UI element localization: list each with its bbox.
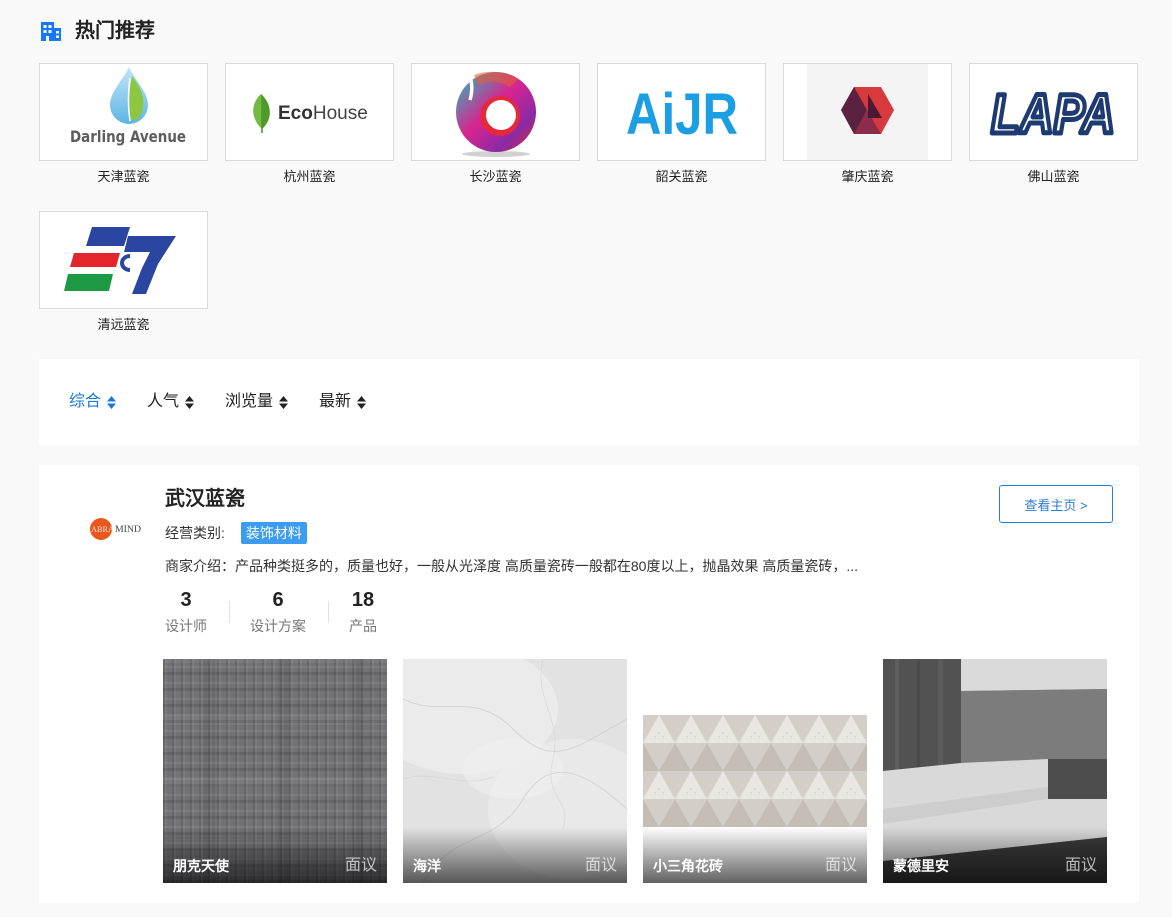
sort-option-popularity[interactable]: 人气	[147, 392, 195, 412]
sort-option-views[interactable]: 浏览量	[225, 392, 289, 412]
brand-card-tianjin[interactable]: Darling Avenue 天津蓝瓷	[39, 63, 208, 185]
sort-icon	[185, 395, 195, 409]
brand-logo[interactable]: EcoHouse	[225, 63, 394, 161]
sort-option-label: 最新	[319, 393, 352, 410]
svg-text:ABRA: ABRA	[91, 525, 114, 534]
abramind-logo: ABRA MIND	[90, 518, 142, 540]
brand-card-shaoguan[interactable]: AiJR 韶关蓝瓷	[597, 63, 766, 185]
sort-option-newest[interactable]: 最新	[319, 392, 367, 412]
product-caption: 蒙德里安 面议	[883, 827, 1107, 883]
sort-icon	[107, 395, 117, 409]
brand-name[interactable]: 清远蓝瓷	[39, 317, 208, 333]
stat-label: 产品	[349, 618, 377, 634]
category-label: 经营类别:	[165, 525, 225, 541]
brand-name[interactable]: 杭州蓝瓷	[225, 169, 394, 185]
stat-divider	[328, 600, 329, 623]
product-card[interactable]: 小三角花砖 面议	[643, 659, 867, 883]
building-icon	[41, 22, 61, 41]
store-category-row: 经营类别: 装饰材料	[165, 522, 307, 544]
product-name: 海洋	[413, 858, 441, 874]
product-caption: 朋克天使 面议	[163, 827, 387, 883]
brand-name[interactable]: 天津蓝瓷	[39, 169, 208, 185]
brand-card-hangzhou[interactable]: EcoHouse 杭州蓝瓷	[225, 63, 394, 185]
aijr-logo: AiJR	[626, 82, 738, 147]
brand-grid: Darling Avenue 天津蓝瓷 EcoHouse 杭州蓝瓷 长沙蓝瓷 A…	[39, 63, 1138, 333]
product-card[interactable]: 蒙德里安 面议	[883, 659, 1107, 883]
stat-designers: 3 设计师	[165, 587, 207, 636]
view-homepage-button[interactable]: 查看主页 >	[999, 485, 1113, 523]
section-title: 热门推荐	[75, 20, 155, 42]
sort-filter-bar: 综合 人气 浏览量 最新	[39, 359, 1139, 445]
logo-wordmark: Darling Avenue	[70, 127, 186, 146]
product-price: 面议	[824, 857, 857, 874]
brand-card-zhaoqing[interactable]: 肇庆蓝瓷	[783, 63, 952, 185]
ecohouse-logo: EcoHouse	[253, 94, 368, 133]
product-caption: 小三角花砖 面议	[643, 827, 867, 883]
store-logo[interactable]: ABRA MIND	[90, 515, 144, 543]
brand-logo[interactable]	[783, 63, 952, 161]
darling-avenue-logo: Darling Avenue	[70, 67, 186, 146]
stat-label: 设计师	[165, 618, 207, 634]
logo-wordmark: LAPA	[991, 82, 1115, 145]
lapa-logo: LAPA	[989, 80, 1118, 148]
swirl-d-logo	[456, 71, 536, 157]
section-header: 热门推荐	[40, 17, 155, 45]
brand-card-changsha[interactable]: 长沙蓝瓷	[411, 63, 580, 185]
brand-name[interactable]: 肇庆蓝瓷	[783, 169, 952, 185]
sort-icon	[357, 395, 367, 409]
brand-logo[interactable]	[39, 211, 208, 309]
stat-value: 3	[180, 589, 192, 611]
stat-design-plans: 6 设计方案	[250, 587, 306, 636]
product-name: 蒙德里安	[893, 858, 949, 874]
logo-wordmark: EcoHouse	[278, 103, 368, 124]
store-name[interactable]: 武汉蓝瓷	[165, 485, 245, 513]
product-caption: 海洋 面议	[403, 827, 627, 883]
sort-option-label: 人气	[147, 393, 180, 410]
product-name: 朋克天使	[173, 858, 229, 874]
sort-option-label: 综合	[69, 393, 102, 410]
product-price: 面议	[344, 857, 377, 874]
product-list: 朋克天使 面议 海洋 面议 小三角花砖 面议 蒙德里安 面议	[163, 659, 1107, 883]
qingyuan-logo	[64, 227, 176, 294]
store-card: ABRA MIND 武汉蓝瓷 经营类别: 装饰材料 商家介绍：产品种类挺多的，质…	[39, 465, 1139, 903]
hexagon-logo	[807, 64, 928, 160]
sort-option-label: 浏览量	[225, 393, 274, 410]
product-card[interactable]: 朋克天使 面议	[163, 659, 387, 883]
brand-card-qingyuan[interactable]: 清远蓝瓷	[39, 211, 208, 333]
logo-wordmark: AiJR	[626, 82, 738, 147]
brand-name[interactable]: 佛山蓝瓷	[969, 169, 1138, 185]
svg-text:MIND: MIND	[115, 524, 142, 534]
stat-value: 18	[351, 589, 375, 611]
brand-name[interactable]: 韶关蓝瓷	[597, 169, 766, 185]
brand-logo[interactable]: Darling Avenue	[39, 63, 208, 161]
product-price: 面议	[584, 857, 617, 874]
brand-card-foshan[interactable]: LAPA 佛山蓝瓷	[969, 63, 1138, 185]
product-card[interactable]: 海洋 面议	[403, 659, 627, 883]
stat-divider	[229, 600, 230, 623]
product-name: 小三角花砖	[653, 858, 723, 874]
product-price: 面议	[1064, 857, 1097, 874]
stat-products: 18 产品	[349, 587, 377, 636]
stat-label: 设计方案	[250, 618, 306, 634]
brand-logo[interactable]	[411, 63, 580, 161]
sort-icon	[279, 395, 289, 409]
brand-logo[interactable]: LAPA	[969, 63, 1138, 161]
category-tag: 装饰材料	[240, 522, 307, 544]
brand-name[interactable]: 长沙蓝瓷	[411, 169, 580, 185]
store-stats: 3 设计师 6 设计方案 18 产品	[165, 587, 377, 636]
stat-value: 6	[272, 589, 284, 611]
store-intro: 商家介绍：产品种类挺多的，质量也好，一般从光泽度 高质量瓷砖一般都在80度以上，…	[165, 558, 859, 574]
brand-logo[interactable]: AiJR	[597, 63, 766, 161]
sort-option-comprehensive[interactable]: 综合	[69, 392, 117, 412]
